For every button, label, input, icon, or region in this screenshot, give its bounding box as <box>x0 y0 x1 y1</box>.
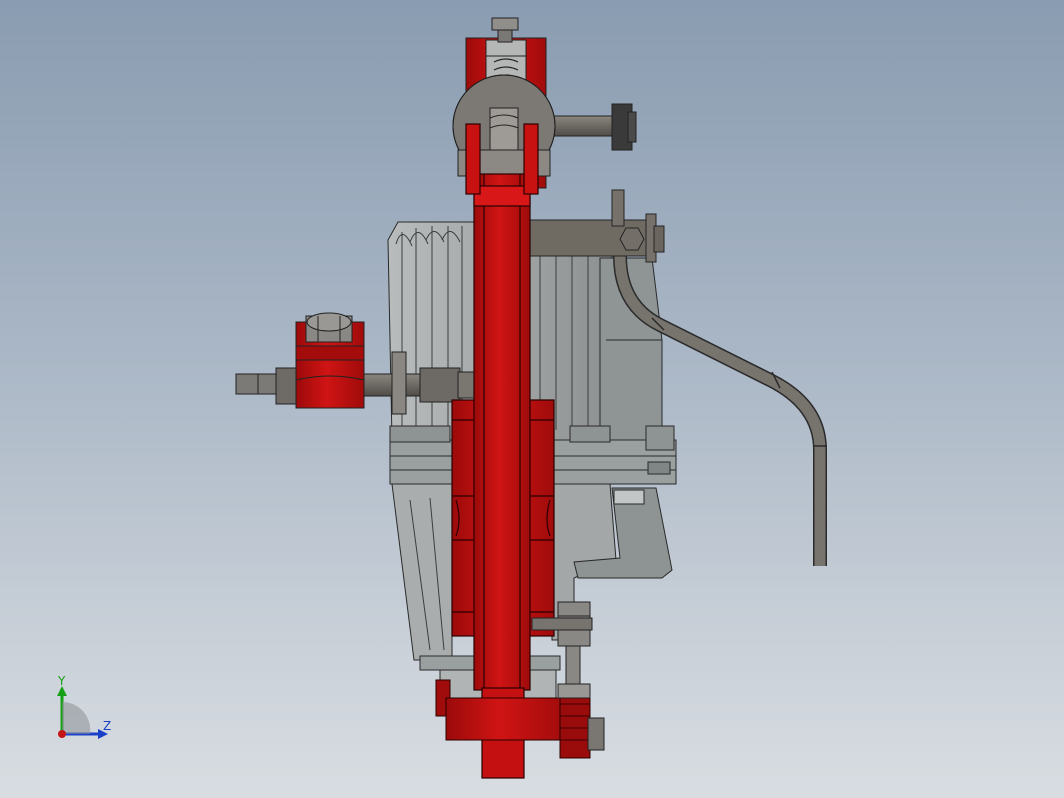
top-adjust-bolt <box>491 17 519 31</box>
triad-origin <box>58 730 66 738</box>
triad-z-label: Z <box>103 719 111 733</box>
gearbox-body <box>391 483 453 661</box>
cad-model-scene[interactable] <box>0 0 1064 798</box>
arm-plate <box>473 173 531 691</box>
clamp-bolt-head <box>306 312 352 332</box>
bottom-red-hub <box>445 697 567 741</box>
triad-y-label: Y <box>57 674 66 688</box>
support-bracket[interactable] <box>527 189 665 263</box>
triad-plane <box>62 701 91 734</box>
cad-viewport[interactable]: Y Z <box>0 0 1064 798</box>
orientation-triad: Y Z <box>57 674 111 739</box>
